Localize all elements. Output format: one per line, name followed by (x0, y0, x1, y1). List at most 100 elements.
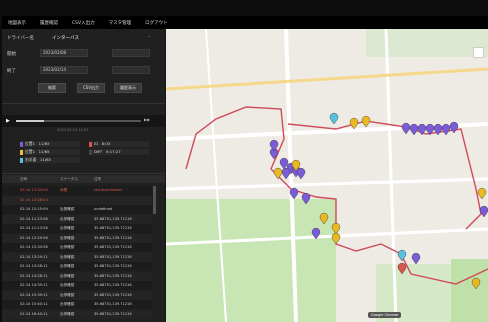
legend-swatch (89, 141, 92, 147)
cell-address: 35.68751,139.71216 (94, 245, 132, 249)
end-date-input[interactable]: 2023/02/14 (40, 66, 88, 74)
map-pin-icon[interactable] (449, 121, 459, 134)
cell-status: 出停確認 (60, 302, 75, 306)
cell-address: 35.68751,139.71216 (94, 292, 132, 297)
menu-item-logout[interactable]: ログアウト (145, 20, 168, 26)
playback-bar: ▶ ▶▶ (2, 115, 165, 127)
search-button[interactable]: 検索 (38, 83, 66, 93)
map-pin-icon[interactable] (296, 167, 306, 180)
legend-swatch (89, 149, 92, 155)
menu-item-csv[interactable]: CSV入出力 (72, 20, 95, 26)
cell-status: 出停確認 (60, 292, 75, 297)
map-attribution-badge: Google Chrome (368, 312, 402, 318)
cell-status: 出停確認 (60, 311, 75, 316)
cell-address: 35.68751,139.71216 (94, 216, 132, 221)
cell-date: 02-14 16:40:11 (20, 311, 48, 316)
map-pin-icon[interactable] (273, 167, 283, 180)
map-pin-icon[interactable] (349, 117, 359, 130)
legend-swatch (20, 141, 23, 147)
legend-item: DIFF 0:17:27 (89, 149, 149, 155)
table-scrollbar[interactable] (153, 186, 156, 214)
driver-select[interactable]: インターバス (52, 35, 79, 41)
cell-date: 02-14 13:29:11 (20, 254, 48, 259)
menu-item-master[interactable]: マスタ管理 (109, 20, 132, 26)
table-row[interactable]: 02-14 11:23:56 出停確認 35.68751,139.71216 (2, 214, 152, 224)
driver-label: ドライバー名 (7, 36, 34, 41)
table-header: 日時 ステータス 住所 (2, 175, 165, 183)
play-icon[interactable]: ▶ (6, 118, 10, 124)
cell-address: 35.68751,139.71216 (94, 311, 132, 316)
table-row[interactable]: 02-14 11:13:56 出停確認 35.68751,139.71216 (2, 224, 152, 233)
csv-button[interactable]: CSV出力 (77, 83, 105, 93)
start-time-input[interactable] (112, 49, 150, 57)
cell-status: 出発確認 (60, 207, 75, 211)
map-pin-icon[interactable] (477, 187, 487, 200)
map-pin-icon[interactable] (281, 167, 291, 180)
map-pin-icon[interactable] (397, 249, 407, 262)
table-row[interactable]: 02-14 12:15:09 出発確認 undefined (2, 205, 152, 214)
cell-date: 02-14 12:34:03 (20, 188, 48, 192)
cell-date: 02-14 15:39:11 (20, 292, 48, 297)
menu-item-map[interactable]: 地図表示 (8, 20, 26, 26)
cell-status: 出停確認 (60, 235, 75, 240)
playback-timestamp: 2023.02.14 12:03 (57, 128, 89, 132)
cell-address: 35.68751,139.71216 (94, 254, 132, 259)
menu-item-history[interactable]: 履歴確認 (40, 20, 58, 26)
table-row[interactable]: 02-14 12:29:56 出停確認 35.68751,139.71216 (2, 233, 152, 243)
cell-status: 出停確認 (60, 264, 75, 268)
table-row[interactable]: 02-14 15:39:11 出停確認 35.68751,139.71216 (2, 290, 152, 300)
table-row[interactable]: 02-14 13:29:11 出停確認 35.68751,139.71216 (2, 252, 152, 262)
cell-date: 02-14 14:28:11 (20, 273, 48, 278)
cell-address: 35.68751,139.71216 (94, 264, 132, 268)
map-canvas[interactable] (166, 29, 488, 322)
cell-address: 35.68751,139.71216 (94, 235, 132, 240)
speed-control[interactable]: ▶▶ (144, 117, 150, 122)
cell-address: 35.68751,139.71216 (94, 273, 132, 278)
cell-date: 02-14 14:39:11 (20, 283, 48, 287)
cell-status: 出停確認 (60, 273, 75, 278)
start-label: 開始 (7, 52, 16, 57)
end-time-input[interactable] (112, 66, 150, 74)
cell-status: 出停確認 (60, 245, 75, 249)
table-row[interactable]: 02-14 15:40:11 出停確認 35.68751,139.71216 (2, 300, 152, 309)
start-date-input[interactable]: 2023/02/08 (40, 49, 88, 57)
col-header-date: 日時 (20, 177, 28, 181)
table-row[interactable]: 02-14 16:40:11 出停確認 35.68751,139.71216 (2, 309, 152, 319)
table-row[interactable]: 02-14 12:28:03 (2, 195, 152, 205)
cell-status: 出停確認 (60, 216, 75, 221)
table-row[interactable]: 02-14 12:34:56 出停確認 35.68751,139.71216 (2, 243, 152, 252)
park-area (366, 29, 488, 57)
map-pin-icon[interactable] (409, 123, 419, 136)
map-pin-icon[interactable] (411, 252, 421, 265)
chevron-down-icon[interactable]: ⌄ (147, 34, 151, 39)
legend-swatch (20, 149, 23, 155)
table-row[interactable]: 02-14 14:39:11 出停確認 35.68751,139.71216 (2, 281, 152, 290)
zoom-control[interactable] (473, 47, 484, 58)
col-header-status: ステータス (60, 177, 78, 181)
park-area (451, 259, 488, 322)
map-pin-icon[interactable] (361, 115, 371, 128)
cell-date: 02-14 11:23:56 (20, 216, 48, 221)
map-pin-icon[interactable] (441, 123, 451, 136)
cell-date: 02-14 15:40:11 (20, 302, 48, 306)
park-area (166, 199, 336, 322)
cell-date: 02-14 12:34:56 (20, 245, 48, 249)
side-panel: ドライバー名 インターバス ⌄ 開始 2023/02/08 終了 2023/02… (2, 29, 165, 322)
col-header-address: 住所 (94, 177, 102, 181)
legend-item: 右半面 11/65 (20, 157, 80, 163)
cell-status: 出停確認 (60, 226, 75, 230)
app-screen: 地図表示 履歴確認 CSV入出力 マスタ管理 ログアウト ドライバー名 インター… (2, 16, 488, 322)
map-view[interactable] (166, 29, 488, 322)
table-row[interactable]: 02-14 14:28:11 出停確認 35.68751,139.71216 (2, 271, 152, 281)
map-pin-icon[interactable] (401, 122, 411, 135)
legend-item: ID 8:03 (89, 141, 149, 147)
table-row[interactable]: 02-14 12:34:03 休憩 red placeholder (2, 186, 152, 195)
road (166, 177, 488, 191)
map-pin-icon[interactable] (479, 205, 488, 218)
table-row[interactable]: 02-14 13:28:11 出停確認 35.68751,139.71216 (2, 262, 152, 271)
history-button[interactable]: 履歴表示 (114, 83, 142, 93)
cell-date: 02-14 12:29:56 (20, 235, 48, 240)
map-pin-icon[interactable] (329, 112, 339, 125)
divider (2, 103, 165, 104)
cell-status: 出停確認 (60, 283, 75, 287)
